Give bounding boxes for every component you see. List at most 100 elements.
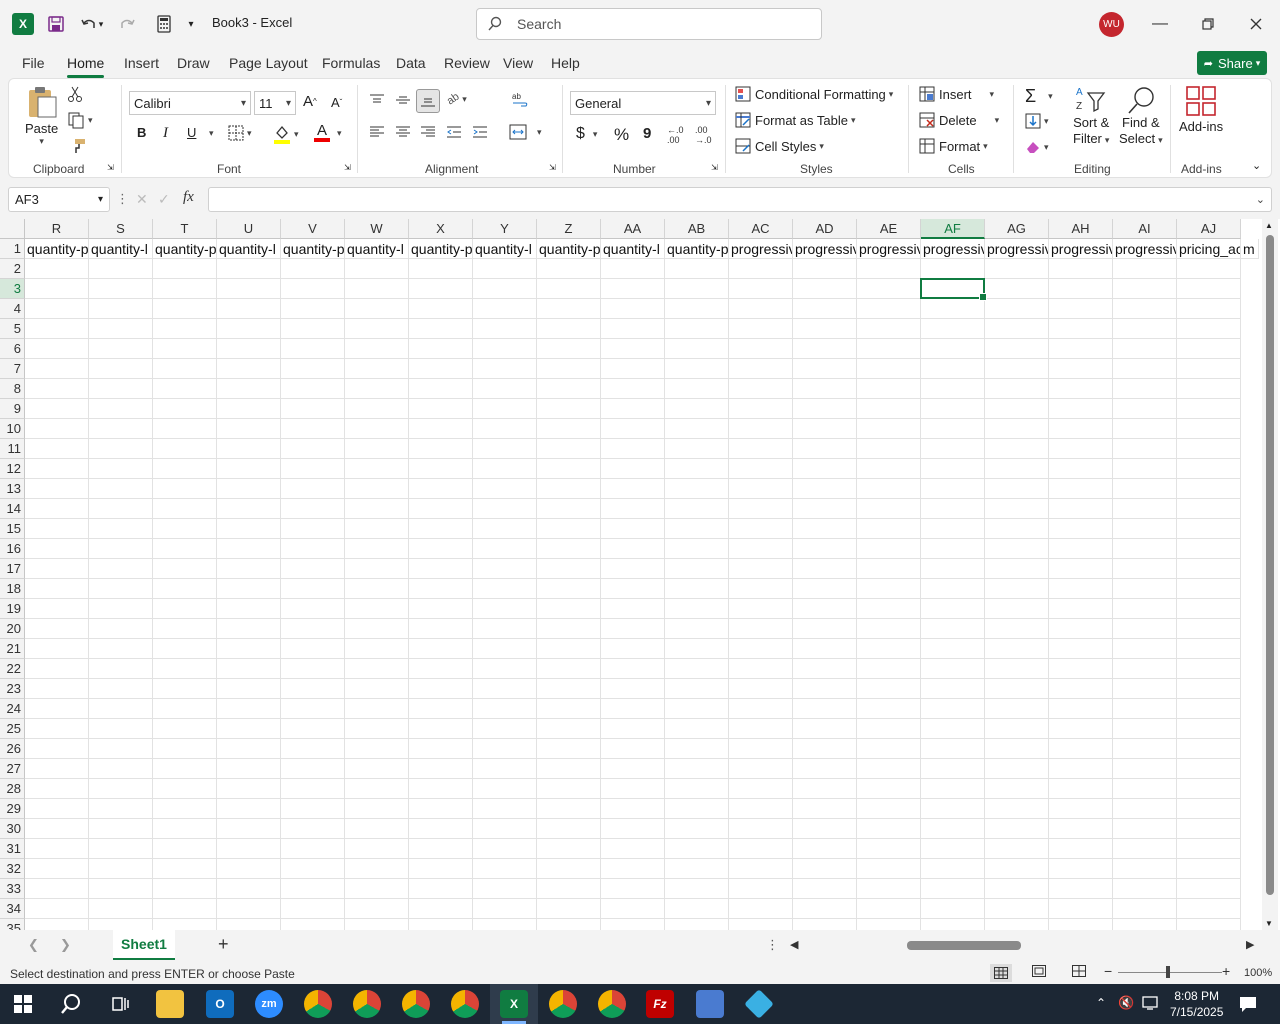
cell-r13[interactable] — [25, 479, 89, 499]
cell-ac5[interactable] — [729, 319, 793, 339]
row-header-29[interactable]: 29 — [0, 799, 25, 819]
cell-ac34[interactable] — [729, 899, 793, 919]
cell-ah35[interactable] — [1049, 919, 1113, 930]
cell-t24[interactable] — [153, 699, 217, 719]
cell-ab21[interactable] — [665, 639, 729, 659]
cell-ag34[interactable] — [985, 899, 1049, 919]
cell-aa18[interactable] — [601, 579, 665, 599]
cell-t5[interactable] — [153, 319, 217, 339]
cell-aa20[interactable] — [601, 619, 665, 639]
cell-ac12[interactable] — [729, 459, 793, 479]
cell-ac15[interactable] — [729, 519, 793, 539]
cell-aa10[interactable] — [601, 419, 665, 439]
cell-ai19[interactable] — [1113, 599, 1177, 619]
cell-z26[interactable] — [537, 739, 601, 759]
cell-u19[interactable] — [217, 599, 281, 619]
cell-y9[interactable] — [473, 399, 537, 419]
cell-w7[interactable] — [345, 359, 409, 379]
cell-ai26[interactable] — [1113, 739, 1177, 759]
cell-ad32[interactable] — [793, 859, 857, 879]
cell-x32[interactable] — [409, 859, 473, 879]
cell-ai17[interactable] — [1113, 559, 1177, 579]
show-hidden-icons-icon[interactable]: ⌃ — [1096, 996, 1106, 1010]
cell-af6[interactable] — [921, 339, 985, 359]
cell-r16[interactable] — [25, 539, 89, 559]
cell-ac14[interactable] — [729, 499, 793, 519]
cell-y28[interactable] — [473, 779, 537, 799]
cell-ah24[interactable] — [1049, 699, 1113, 719]
cell-ag7[interactable] — [985, 359, 1049, 379]
cell-af24[interactable] — [921, 699, 985, 719]
cell-af14[interactable] — [921, 499, 985, 519]
font-color-icon[interactable]: A — [314, 123, 330, 142]
cell-u14[interactable] — [217, 499, 281, 519]
cell-ad7[interactable] — [793, 359, 857, 379]
cell-aj7[interactable] — [1177, 359, 1241, 379]
merge-center-icon[interactable]: ▾ — [509, 124, 542, 140]
cell-ac8[interactable] — [729, 379, 793, 399]
row-header-15[interactable]: 15 — [0, 519, 25, 539]
select-all-corner[interactable] — [0, 219, 25, 239]
cell-aa15[interactable] — [601, 519, 665, 539]
cell-ai34[interactable] — [1113, 899, 1177, 919]
cell-u28[interactable] — [217, 779, 281, 799]
cell-ag24[interactable] — [985, 699, 1049, 719]
cell-ab9[interactable] — [665, 399, 729, 419]
cell-ae34[interactable] — [857, 899, 921, 919]
cell-ab2[interactable] — [665, 259, 729, 279]
page-layout-view-icon[interactable] — [1032, 965, 1046, 980]
cell-r7[interactable] — [25, 359, 89, 379]
cell-ag10[interactable] — [985, 419, 1049, 439]
cell-ag1[interactable]: progressiv — [985, 239, 1049, 259]
cell-ab23[interactable] — [665, 679, 729, 699]
cut-icon[interactable] — [67, 85, 83, 103]
cell-w26[interactable] — [345, 739, 409, 759]
cell-aj14[interactable] — [1177, 499, 1241, 519]
cell-w2[interactable] — [345, 259, 409, 279]
cell-ai1[interactable]: progressiv — [1113, 239, 1177, 259]
cell-ab8[interactable] — [665, 379, 729, 399]
cell-ab1[interactable]: quantity-p — [665, 239, 729, 259]
cell-w13[interactable] — [345, 479, 409, 499]
cell-aa33[interactable] — [601, 879, 665, 899]
cell-s32[interactable] — [89, 859, 153, 879]
cell-aj1[interactable]: pricing_ac — [1177, 239, 1241, 259]
column-header-z[interactable]: Z — [537, 219, 601, 239]
cell-aa2[interactable] — [601, 259, 665, 279]
cell-z22[interactable] — [537, 659, 601, 679]
task-view-icon[interactable] — [110, 994, 130, 1017]
cell-s35[interactable] — [89, 919, 153, 930]
cell-u24[interactable] — [217, 699, 281, 719]
comma-style-button[interactable]: 9 — [643, 125, 651, 142]
wrap-text-icon[interactable]: ab — [511, 91, 529, 109]
cell-af5[interactable] — [921, 319, 985, 339]
cell-ai16[interactable] — [1113, 539, 1177, 559]
sheet-tab-sheet1[interactable]: Sheet1 — [113, 930, 175, 960]
cell-ac20[interactable] — [729, 619, 793, 639]
cell-aa3[interactable] — [601, 279, 665, 299]
cell-ad6[interactable] — [793, 339, 857, 359]
percent-button[interactable]: % — [614, 125, 629, 145]
cell-ae5[interactable] — [857, 319, 921, 339]
cell-u26[interactable] — [217, 739, 281, 759]
cell-r9[interactable] — [25, 399, 89, 419]
row-header-17[interactable]: 17 — [0, 559, 25, 579]
cell-z8[interactable] — [537, 379, 601, 399]
row-header-26[interactable]: 26 — [0, 739, 25, 759]
cell-aj17[interactable] — [1177, 559, 1241, 579]
cell-x1[interactable]: quantity-p — [409, 239, 473, 259]
cell-ad18[interactable] — [793, 579, 857, 599]
cell-v29[interactable] — [281, 799, 345, 819]
cell-ai31[interactable] — [1113, 839, 1177, 859]
cell-u17[interactable] — [217, 559, 281, 579]
cell-ag35[interactable] — [985, 919, 1049, 930]
prev-sheet-icon[interactable]: ❮ — [28, 937, 39, 953]
cell-aa14[interactable] — [601, 499, 665, 519]
cell-aj3[interactable] — [1177, 279, 1241, 299]
cell-ab16[interactable] — [665, 539, 729, 559]
cell-ah27[interactable] — [1049, 759, 1113, 779]
cell-z19[interactable] — [537, 599, 601, 619]
cell-u21[interactable] — [217, 639, 281, 659]
cell-aa6[interactable] — [601, 339, 665, 359]
add-sheet-button[interactable]: + — [218, 934, 229, 955]
